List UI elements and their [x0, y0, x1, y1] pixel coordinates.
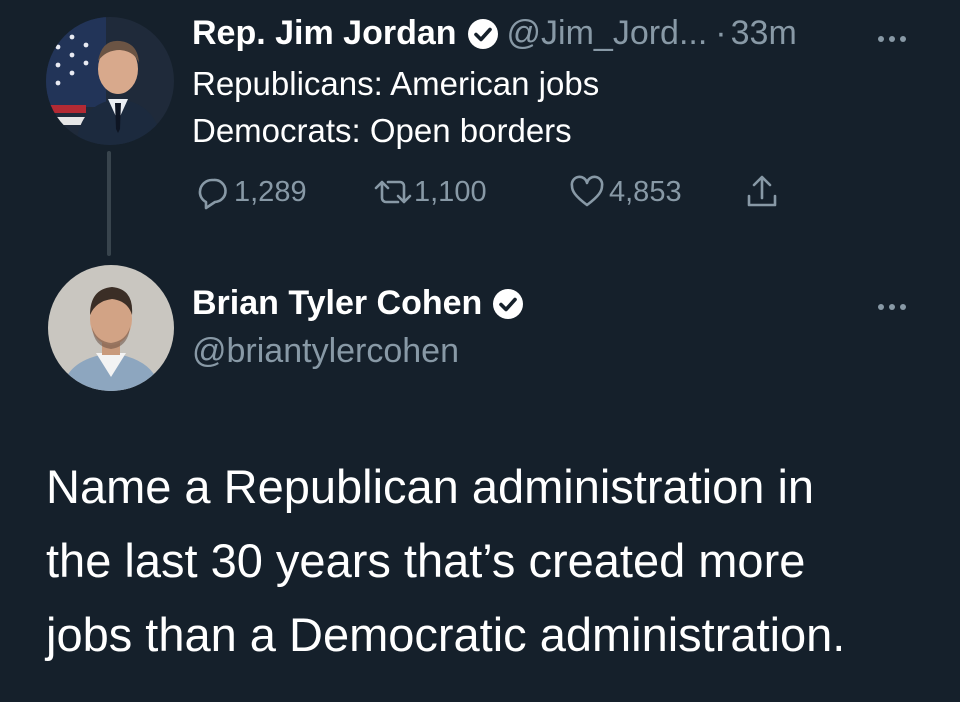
tweet-time[interactable]: 33m [731, 14, 797, 53]
author-name[interactable]: Brian Tyler Cohen [192, 284, 482, 323]
jim-jordan-avatar[interactable] [46, 17, 174, 145]
more-options-icon[interactable] [878, 36, 906, 42]
tweet-reply-handle-row: @briantylercohen [192, 332, 459, 371]
brian-tyler-cohen-avatar[interactable] [48, 265, 174, 391]
tweet-text-line: jobs than a Democratic administration. [46, 608, 846, 661]
tweet-text-line: Democrats: Open borders [192, 112, 572, 149]
tweet-reply-text: Name a Republican administration in the … [46, 450, 946, 672]
separator-dot: · [715, 14, 727, 52]
verified-badge-icon [467, 18, 499, 50]
like-count: 4,853 [609, 175, 682, 208]
tweet-text-line: the last 30 years that’s created more [46, 534, 806, 587]
retweet-icon [372, 172, 414, 212]
author-handle[interactable]: @briantylercohen [192, 332, 459, 371]
heart-icon [567, 172, 607, 212]
reply-button[interactable]: 1,289 [192, 172, 307, 212]
thread-connector-line [107, 151, 111, 256]
tweet-text-line: Republicans: American jobs [192, 65, 600, 102]
tweet-reply-header: Brian Tyler Cohen [192, 284, 532, 323]
like-button[interactable]: 4,853 [567, 172, 682, 212]
reply-icon [192, 172, 232, 212]
author-handle[interactable]: @Jim_Jord... [507, 14, 708, 53]
retweet-count: 1,100 [414, 175, 487, 208]
tweet-top-header: Rep. Jim Jordan @Jim_Jord... · 33m [192, 14, 797, 53]
tweet-top-text: Republicans: American jobs Democrats: Op… [192, 60, 599, 154]
more-options-icon[interactable] [878, 304, 906, 310]
share-icon [742, 172, 782, 212]
reply-count: 1,289 [234, 175, 307, 208]
share-button[interactable] [742, 172, 782, 212]
author-name[interactable]: Rep. Jim Jordan [192, 14, 457, 53]
verified-badge-icon [492, 288, 524, 320]
retweet-button[interactable]: 1,100 [372, 172, 487, 212]
tweet-text-line: Name a Republican administration in [46, 460, 815, 513]
